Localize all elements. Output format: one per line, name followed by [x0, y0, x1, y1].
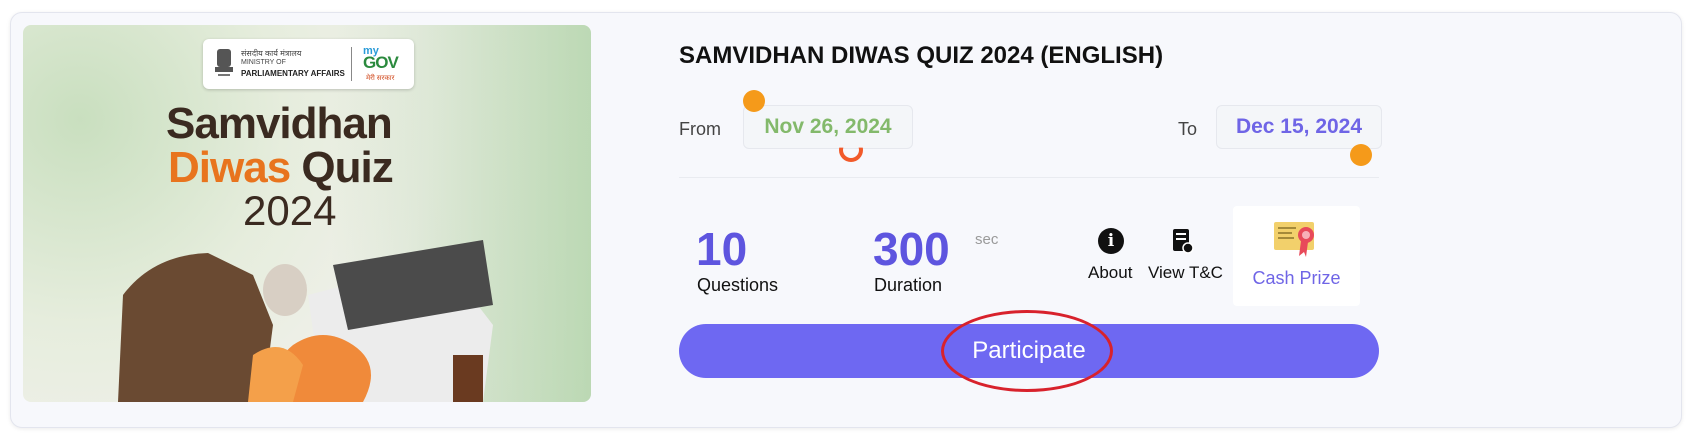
from-label: From	[679, 119, 721, 139]
decorative-dot	[1350, 144, 1372, 166]
decorative-dot	[743, 90, 765, 112]
banner-title-year: 2024	[243, 187, 337, 234]
to-date: Dec 15, 2024	[1216, 105, 1382, 149]
duration-label: Duration	[874, 275, 943, 295]
duration-unit: sec	[975, 231, 999, 248]
banner-title-diwas: Diwas	[168, 143, 291, 192]
mygov-logo-gov: GOV	[363, 53, 399, 72]
ministry-logo: संसदीय कार्य मंत्रालय MINISTRY OF PARLIA…	[203, 39, 414, 89]
questions-count: 10	[696, 223, 748, 275]
ministry-name-hindi: संसदीय कार्य मंत्रालय	[241, 49, 302, 58]
quiz-title: SAMVIDHAN DIWAS QUIZ 2024 (ENGLISH)	[679, 42, 1164, 69]
divider	[679, 177, 1379, 178]
mygov-tagline: मेरी सरकार	[366, 75, 395, 82]
banner-title-quiz: Quiz	[301, 143, 393, 192]
about-link[interactable]: About	[1088, 263, 1132, 283]
from-date: Nov 26, 2024	[743, 105, 913, 149]
participate-button[interactable]: Participate	[679, 324, 1379, 378]
view-tnc-link[interactable]: View T&C	[1148, 263, 1223, 283]
banner-title-line1: Samvidhan	[166, 99, 393, 148]
ministry-name-line1: MINISTRY OF	[241, 59, 286, 66]
ministry-name-line2: PARLIAMENTARY AFFAIRS	[241, 69, 345, 78]
logo-divider	[351, 47, 352, 81]
banner-photo	[118, 240, 493, 402]
cash-prize-button[interactable]: Cash Prize	[1233, 206, 1360, 306]
to-label: To	[1178, 119, 1198, 139]
banner-title-line2: Diwas Quiz	[168, 143, 394, 193]
info-icon[interactable]: i	[1098, 228, 1124, 254]
questions-label: Questions	[697, 275, 779, 295]
duration-value: 300	[873, 223, 950, 275]
document-icon[interactable]	[1172, 228, 1194, 255]
national-emblem-icon	[215, 49, 233, 76]
certificate-icon	[1274, 222, 1314, 257]
cash-prize-label: Cash Prize	[1252, 268, 1341, 288]
quiz-banner-image: संसदीय कार्य मंत्रालय MINISTRY OF PARLIA…	[23, 25, 591, 402]
